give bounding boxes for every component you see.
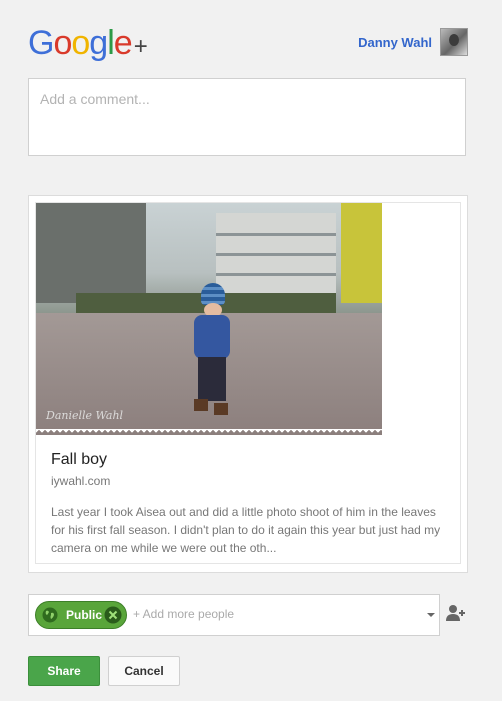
avatar[interactable] bbox=[440, 28, 468, 56]
attachment-photo[interactable]: Danielle Wahl bbox=[36, 203, 382, 435]
photo-hat bbox=[201, 283, 225, 305]
add-person-icon[interactable] bbox=[446, 604, 466, 622]
logo-letter-g2: g bbox=[89, 24, 108, 62]
user-account[interactable]: Danny Wahl bbox=[358, 28, 468, 56]
photo-coat bbox=[194, 315, 230, 359]
photo-building-left bbox=[36, 203, 146, 303]
logo-letter-o2: o bbox=[71, 24, 90, 62]
link-attachment-card: Danielle Wahl Fall boy iywahl.com Last y… bbox=[28, 195, 468, 573]
link-title[interactable]: Fall boy bbox=[51, 451, 107, 469]
link-preview[interactable]: Danielle Wahl Fall boy iywahl.com Last y… bbox=[35, 202, 461, 564]
photo-pillar bbox=[341, 203, 382, 303]
logo-plus: + bbox=[133, 33, 148, 60]
logo-letter-o1: o bbox=[53, 24, 72, 62]
logo-letter-g: G bbox=[28, 24, 54, 62]
photo-watermark: Danielle Wahl bbox=[46, 409, 124, 422]
photo-window-row bbox=[216, 233, 336, 236]
cancel-button[interactable]: Cancel bbox=[108, 656, 180, 686]
photo-torn-edge bbox=[36, 429, 382, 435]
photo-boot bbox=[194, 399, 208, 411]
remove-chip-icon[interactable] bbox=[104, 606, 122, 624]
chevron-down-icon[interactable] bbox=[427, 613, 435, 617]
link-domain: iywahl.com bbox=[51, 474, 111, 488]
comment-placeholder: Add a comment... bbox=[40, 91, 150, 107]
photo-window-row bbox=[216, 253, 336, 256]
comment-input[interactable]: Add a comment... bbox=[28, 78, 466, 156]
share-audience-field[interactable]: Public + Add more people bbox=[28, 594, 440, 636]
link-description: Last year I took Aisea out and did a lit… bbox=[51, 505, 441, 555]
add-people-input[interactable]: + Add more people bbox=[133, 607, 234, 621]
user-name-link[interactable]: Danny Wahl bbox=[358, 35, 432, 50]
share-button[interactable]: Share bbox=[28, 656, 100, 686]
public-chip[interactable]: Public bbox=[35, 601, 127, 629]
globe-icon bbox=[42, 607, 58, 623]
photo-pants bbox=[198, 357, 226, 401]
photo-child bbox=[186, 283, 236, 423]
chip-label: Public bbox=[66, 608, 103, 622]
photo-boot bbox=[214, 403, 228, 415]
photo-window-row bbox=[216, 273, 336, 276]
logo-letter-e: e bbox=[113, 24, 133, 62]
google-plus-logo[interactable]: G o o g l e + bbox=[28, 24, 148, 66]
